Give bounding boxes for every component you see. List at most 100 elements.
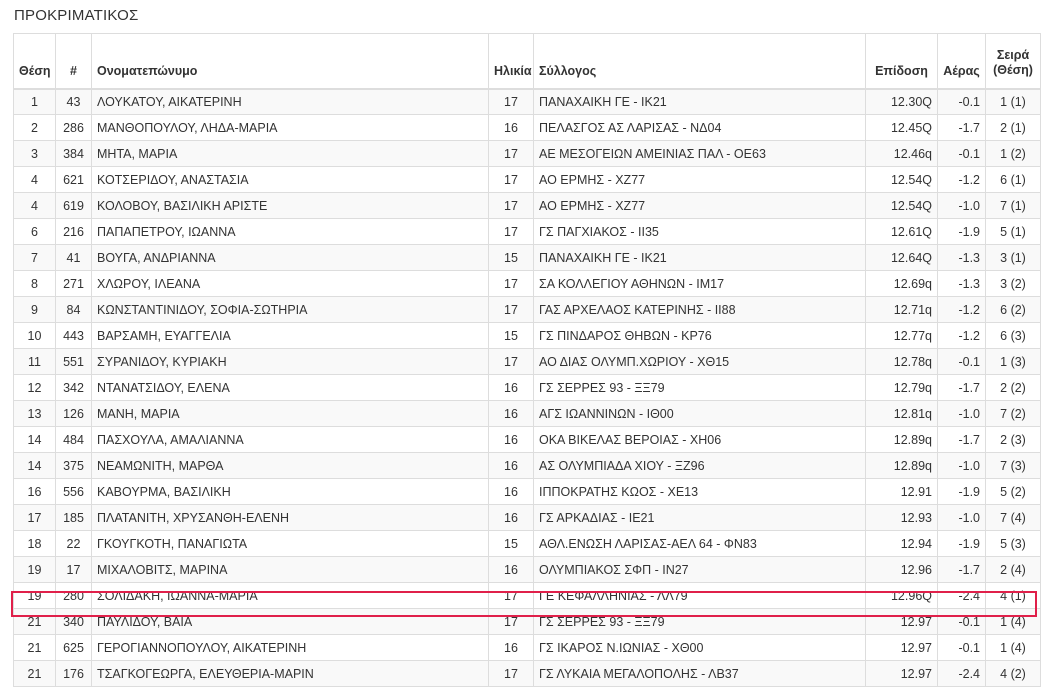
- cell-heat: 2 (1): [985, 114, 1041, 141]
- cell-wind: -1.3: [937, 270, 986, 297]
- header-wind[interactable]: Αέρας: [937, 33, 986, 90]
- table-row[interactable]: 12 342 ΝΤΑΝΑΤΣΙΔΟΥ, ΕΛΕΝΑ 16 ΓΣ ΣΕΡΡΕΣ 93 - …: [13, 374, 1041, 401]
- cell-heat: 6 (3): [985, 322, 1041, 349]
- cell-name: ΚΟΛΟΒΟΥ, ΒΑΣΙΛΙΚΗ ΑΡΙΣΤΕ: [91, 192, 489, 219]
- table-row[interactable]: 7 41 ΒΟΥΓΑ, ΑΝΔΡΙΑΝΝΑ 15 ΠΑΝΑΧΑΙΚΗ ΓΕ - ΙΚ21…: [13, 244, 1041, 271]
- table-row[interactable]: 13 126 ΜΑΝΗ, ΜΑΡΙΑ 16 ΑΓΣ ΙΩΑΝΝΙΝΩΝ - ΙΘ00 12…: [13, 400, 1041, 427]
- table-row[interactable]: 4 621 ΚΟΤΣΕΡΙΔΟΥ, ΑΝΑΣΤΑΣΙΑ 17 ΑΟ ΕΡΜΗΣ - ΧΖ…: [13, 166, 1041, 193]
- cell-position: 13: [13, 400, 56, 427]
- cell-position: 6: [13, 218, 56, 245]
- cell-position: 12: [13, 374, 56, 401]
- header-club[interactable]: Σύλλογος: [533, 33, 866, 90]
- cell-mark: 12.97: [865, 634, 938, 661]
- table-row[interactable]: 1 43 ΛΟΥΚΑΤΟΥ, ΑΙΚΑΤΕΡΙΝΗ 17 ΠΑΝΑΧΑΙΚΗ ΓΕ - …: [13, 88, 1041, 115]
- cell-bib: 342: [55, 374, 92, 401]
- cell-bib: 484: [55, 426, 92, 453]
- cell-position: 11: [13, 348, 56, 375]
- cell-wind: -2.4: [937, 660, 986, 687]
- table-row[interactable]: 21 625 ΓΕΡΟΓΙΑΝΝΟΠΟΥΛΟΥ, ΑΙΚΑΤΕΡΙΝΗ 16 ΓΣ ΙΚ…: [13, 634, 1041, 661]
- table-row[interactable]: 21 340 ΠΑΥΛΙΔΟΥ, ΒΑΙΑ 17 ΓΣ ΣΕΡΡΕΣ 93 - ΞΞ79…: [13, 608, 1041, 635]
- cell-age: 15: [488, 530, 534, 557]
- table-row[interactable]: 6 216 ΠΑΠΑΠΕΤΡΟΥ, ΙΩΑΝΝΑ 17 ΓΣ ΠΑΓΧΙΑΚΟΣ - Ι…: [13, 218, 1041, 245]
- cell-heat: 2 (3): [985, 426, 1041, 453]
- cell-age: 16: [488, 400, 534, 427]
- cell-heat: 6 (2): [985, 296, 1041, 323]
- cell-mark: 12.79q: [865, 374, 938, 401]
- cell-mark: 12.97: [865, 660, 938, 687]
- cell-name: ΠΑΥΛΙΔΟΥ, ΒΑΙΑ: [91, 608, 489, 635]
- cell-mark: 12.54Q: [865, 166, 938, 193]
- header-bib[interactable]: #: [55, 33, 92, 90]
- cell-club: ΟΚΑ ΒΙΚΕΛΑΣ ΒΕΡΟΙΑΣ - ΧΗ06: [533, 426, 866, 453]
- cell-club: ΓΣ ΙΚΑΡΟΣ Ν.ΙΩΝΙΑΣ - ΧΘ00: [533, 634, 866, 661]
- header-position[interactable]: Θέση: [13, 33, 56, 90]
- cell-bib: 625: [55, 634, 92, 661]
- cell-club: ΓΣ ΠΑΓΧΙΑΚΟΣ - ΙΙ35: [533, 218, 866, 245]
- table-row[interactable]: 14 484 ΠΑΣΧΟΥΛΑ, ΑΜΑΛΙΑΝΝΑ 16 ΟΚΑ ΒΙΚΕΛΑΣ ΒΕ…: [13, 426, 1041, 453]
- cell-wind: -1.7: [937, 374, 986, 401]
- cell-position: 7: [13, 244, 56, 271]
- table-row[interactable]: 3 384 ΜΗΤΑ, ΜΑΡΙΑ 17 ΑΕ ΜΕΣΟΓΕΙΩΝ ΑΜΕΙΝΙΑΣ Π…: [13, 140, 1041, 167]
- cell-mark: 12.94: [865, 530, 938, 557]
- cell-club: ΓΣ ΑΡΚΑΔΙΑΣ - ΙΕ21: [533, 504, 866, 531]
- cell-position: 21: [13, 660, 56, 687]
- cell-club: ΙΠΠΟΚΡΑΤΗΣ ΚΩΟΣ - ΧΕ13: [533, 478, 866, 505]
- cell-mark: 12.30Q: [865, 88, 938, 115]
- table-row[interactable]: 4 619 ΚΟΛΟΒΟΥ, ΒΑΣΙΛΙΚΗ ΑΡΙΣΤΕ 17 ΑΟ ΕΡΜΗΣ -…: [13, 192, 1041, 219]
- cell-club: ΓΣ ΛΥΚΑΙΑ ΜΕΓΑΛΟΠΟΛΗΣ - ΛΒ37: [533, 660, 866, 687]
- cell-heat: 2 (2): [985, 374, 1041, 401]
- table-row[interactable]: 19 280 ΣΟΛΙΔΑΚΗ, ΙΩΑΝΝΑ-ΜΑΡΙΑ 17 ΓΕ ΚΕΦΑΛΛΗΝ…: [13, 582, 1041, 609]
- table-row[interactable]: 11 551 ΣΥΡΑΝΙΔΟΥ, ΚΥΡΙΑΚΗ 17 ΑΟ ΔΙΑΣ ΟΛΥΜΠ.Χ…: [13, 348, 1041, 375]
- cell-bib: 216: [55, 218, 92, 245]
- cell-position: 4: [13, 166, 56, 193]
- cell-age: 16: [488, 114, 534, 141]
- cell-name: ΒΟΥΓΑ, ΑΝΔΡΙΑΝΝΑ: [91, 244, 489, 271]
- cell-wind: -2.4: [937, 582, 986, 609]
- cell-mark: 12.89q: [865, 426, 938, 453]
- results-table-body: 1 43 ΛΟΥΚΑΤΟΥ, ΑΙΚΑΤΕΡΙΝΗ 17 ΠΑΝΑΧΑΙΚΗ ΓΕ - …: [13, 88, 1041, 687]
- cell-heat: 2 (4): [985, 556, 1041, 583]
- cell-mark: 12.91: [865, 478, 938, 505]
- cell-age: 15: [488, 244, 534, 271]
- cell-name: ΣΥΡΑΝΙΔΟΥ, ΚΥΡΙΑΚΗ: [91, 348, 489, 375]
- table-row[interactable]: 10 443 ΒΑΡΣΑΜΗ, ΕΥΑΓΓΕΛΙΑ 15 ΓΣ ΠΙΝΔΑΡΟΣ ΘΗΒ…: [13, 322, 1041, 349]
- cell-mark: 12.46q: [865, 140, 938, 167]
- table-row[interactable]: 19 17 ΜΙΧΑΛΟΒΙΤΣ, ΜΑΡΙΝΑ 16 ΟΛΥΜΠΙΑΚΟΣ ΣΦΠ -…: [13, 556, 1041, 583]
- cell-wind: -0.1: [937, 88, 986, 115]
- cell-club: ΑΘΛ.ΕΝΩΣΗ ΛΑΡΙΣΑΣ-ΑΕΛ 64 - ΦΝ83: [533, 530, 866, 557]
- cell-position: 4: [13, 192, 56, 219]
- header-heat[interactable]: Σειρά (Θέση): [985, 33, 1041, 90]
- cell-age: 17: [488, 608, 534, 635]
- cell-age: 16: [488, 452, 534, 479]
- cell-age: 16: [488, 426, 534, 453]
- header-mark[interactable]: Επίδοση: [865, 33, 938, 90]
- page-title: ΠΡΟΚΡΙΜΑΤΙΚΟΣ: [14, 7, 139, 24]
- table-row[interactable]: 17 185 ΠΛΑΤΑΝΙΤΗ, ΧΡΥΣΑΝΘΗ-ΕΛΕΝΗ 16 ΓΣ ΑΡΚΑΔ…: [13, 504, 1041, 531]
- cell-club: ΣΑ ΚΟΛΛΕΓΙΟΥ ΑΘΗΝΩΝ - ΙΜ17: [533, 270, 866, 297]
- table-row[interactable]: 2 286 ΜΑΝΘΟΠΟΥΛΟΥ, ΛΗΔΑ-ΜΑΡΙΑ 16 ΠΕΛΑΣΓΟΣ ΑΣ…: [13, 114, 1041, 141]
- cell-bib: 176: [55, 660, 92, 687]
- cell-position: 19: [13, 556, 56, 583]
- cell-name: ΚΩΝΣΤΑΝΤΙΝΙΔΟΥ, ΣΟΦΙΑ-ΣΩΤΗΡΙΑ: [91, 296, 489, 323]
- table-row[interactable]: 9 84 ΚΩΝΣΤΑΝΤΙΝΙΔΟΥ, ΣΟΦΙΑ-ΣΩΤΗΡΙΑ 17 ΓΑΣ ΑΡ…: [13, 296, 1041, 323]
- header-name[interactable]: Ονοματεπώνυμο: [91, 33, 489, 90]
- cell-bib: 41: [55, 244, 92, 271]
- cell-club: ΑΓΣ ΙΩΑΝΝΙΝΩΝ - ΙΘ00: [533, 400, 866, 427]
- table-row[interactable]: 16 556 ΚΑΒΟΥΡΜΑ, ΒΑΣΙΛΙΚΗ 16 ΙΠΠΟΚΡΑΤΗΣ ΚΩΟΣ…: [13, 478, 1041, 505]
- table-row[interactable]: 8 271 ΧΛΩΡΟΥ, ΙΛΕΑΝΑ 17 ΣΑ ΚΟΛΛΕΓΙΟΥ ΑΘΗΝΩΝ …: [13, 270, 1041, 297]
- cell-club: ΠΑΝΑΧΑΙΚΗ ΓΕ - ΙΚ21: [533, 88, 866, 115]
- cell-mark: 12.81q: [865, 400, 938, 427]
- table-row[interactable]: 14 375 ΝΕΑΜΩΝΙΤΗ, ΜΑΡΘΑ 16 ΑΣ ΟΛΥΜΠΙΑΔΑ ΧΙΟΥ…: [13, 452, 1041, 479]
- cell-wind: -1.0: [937, 400, 986, 427]
- table-row[interactable]: 21 176 ΤΣΑΓΚΟΓΕΩΡΓΑ, ΕΛΕΥΘΕΡΙΑ-ΜΑΡΙΝ 17 ΓΣ Λ…: [13, 660, 1041, 687]
- table-row[interactable]: 18 22 ΓΚΟΥΓΚΟΤΗ, ΠΑΝΑΓΙΩΤΑ 15 ΑΘΛ.ΕΝΩΣΗ ΛΑΡΙ…: [13, 530, 1041, 557]
- cell-mark: 12.77q: [865, 322, 938, 349]
- cell-club: ΠΑΝΑΧΑΙΚΗ ΓΕ - ΙΚ21: [533, 244, 866, 271]
- cell-heat: 1 (4): [985, 634, 1041, 661]
- cell-age: 17: [488, 660, 534, 687]
- cell-bib: 185: [55, 504, 92, 531]
- header-heat-line2: (Θέση): [993, 62, 1033, 77]
- cell-wind: -1.9: [937, 478, 986, 505]
- header-age[interactable]: Ηλικία: [488, 33, 534, 90]
- cell-position: 9: [13, 296, 56, 323]
